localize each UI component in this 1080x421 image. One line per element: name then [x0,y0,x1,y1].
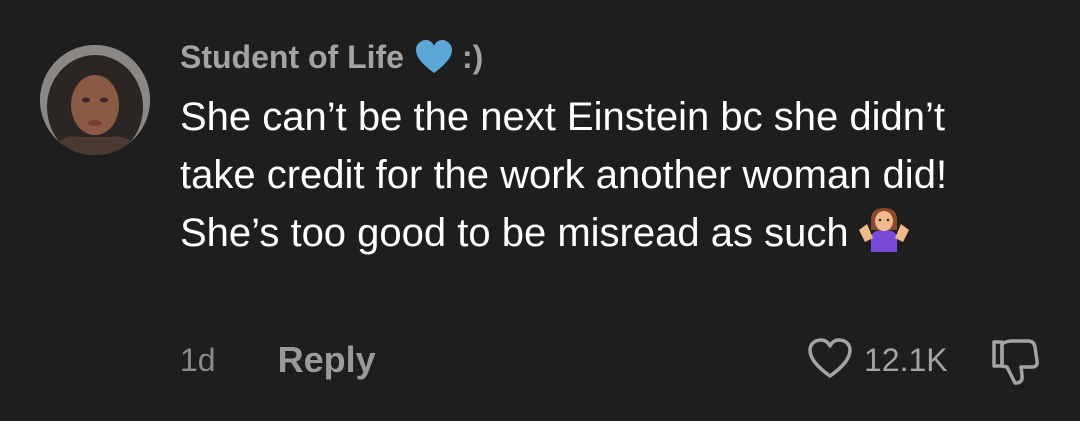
comment: Student of Life :) She can’t be the next… [0,0,1080,421]
heart-outline-icon [806,336,854,385]
comment-body: She can’t be the next Einstein bc she di… [180,88,1030,262]
dislike-button[interactable] [988,336,1042,388]
timestamp: 1d [180,341,216,378]
comment-meta: 1d Reply [180,336,376,384]
username[interactable]: Student of Life [180,39,404,76]
reply-button[interactable]: Reply [278,339,376,381]
blue-heart-icon [414,39,454,75]
like-count: 12.1K [864,341,948,378]
avatar[interactable] [40,45,150,155]
thumbs-down-icon [988,339,1042,392]
comment-text: She can’t be the next Einstein bc she di… [180,95,948,255]
like-button[interactable]: 12.1K [806,334,948,386]
username-row: Student of Life :) [180,34,483,80]
username-suffix: :) [461,38,484,75]
avatar-image [40,45,150,155]
person-shrugging-icon [857,208,911,254]
